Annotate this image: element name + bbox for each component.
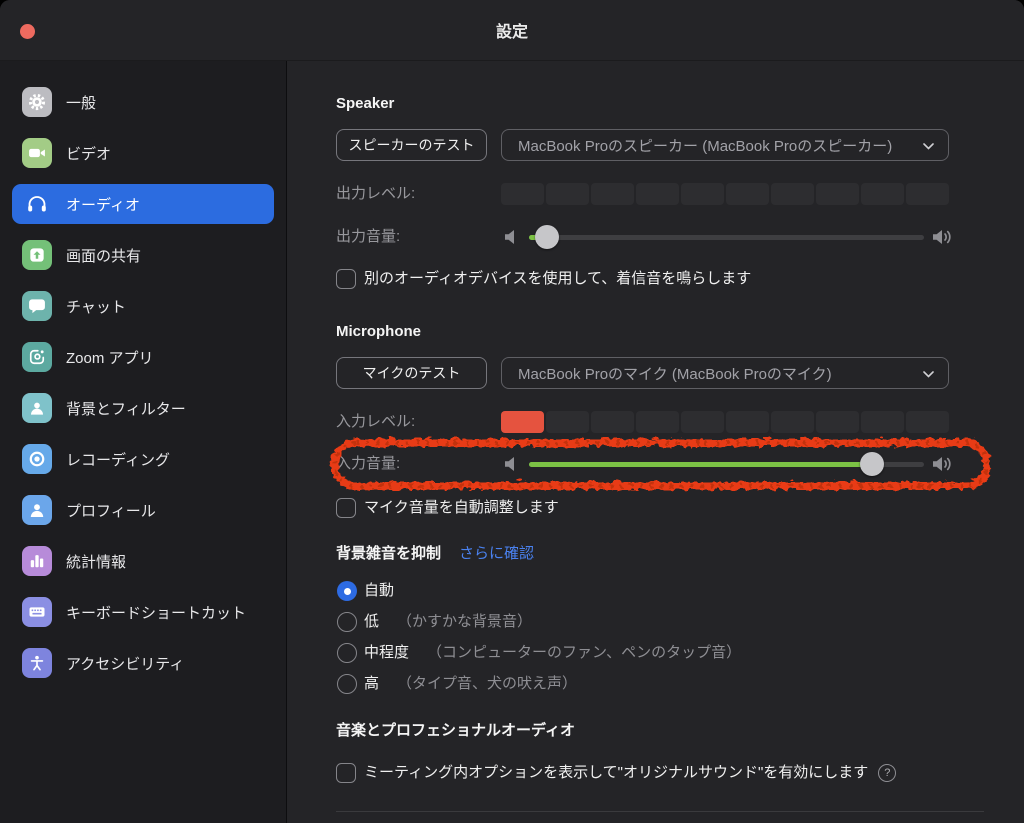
input-level-meter bbox=[501, 411, 949, 433]
sidebar-item-screen-share[interactable]: 画面の共有 bbox=[12, 235, 274, 275]
sidebar-item-keyboard-shortcuts[interactable]: キーボードショートカット bbox=[12, 592, 274, 632]
output-level-label: 出力レベル: bbox=[336, 184, 415, 204]
help-icon[interactable]: ? bbox=[878, 764, 896, 782]
sidebar-item-recording[interactable]: レコーディング bbox=[12, 439, 274, 479]
learn-more-link[interactable]: さらに確認 bbox=[459, 544, 534, 564]
input-volume-fill bbox=[529, 462, 872, 467]
sidebar-item-video[interactable]: ビデオ bbox=[12, 133, 274, 173]
stats-bars-icon bbox=[22, 546, 52, 576]
video-camera-icon bbox=[22, 138, 52, 168]
sidebar-item-audio[interactable]: オーディオ bbox=[12, 184, 274, 224]
profile-icon bbox=[22, 495, 52, 525]
noise-low-radio[interactable] bbox=[337, 612, 357, 632]
noise-medium-radio[interactable] bbox=[337, 643, 357, 663]
chevron-down-icon bbox=[923, 365, 934, 382]
sidebar-item-label: 一般 bbox=[66, 92, 96, 113]
noise-auto-radio[interactable] bbox=[337, 581, 357, 601]
input-level-label: 入力レベル: bbox=[336, 412, 415, 432]
sidebar-item-general[interactable]: 一般 bbox=[12, 82, 274, 122]
sidebar-item-label: レコーディング bbox=[66, 449, 170, 470]
sidebar-item-label: オーディオ bbox=[66, 194, 140, 215]
sidebar-item-background-filters[interactable]: 背景とフィルター bbox=[12, 388, 274, 428]
chevron-down-icon bbox=[923, 137, 934, 154]
sidebar-item-label: 画面の共有 bbox=[66, 245, 141, 266]
sidebar-item-zoom-apps[interactable]: Zoom アプリ bbox=[12, 337, 274, 377]
original-sound-checkbox[interactable] bbox=[336, 763, 356, 783]
chat-bubble-icon bbox=[22, 291, 52, 321]
input-volume-slider[interactable] bbox=[529, 452, 924, 476]
sidebar-item-label: Zoom アプリ bbox=[66, 347, 154, 368]
sidebar-item-label: プロフィール bbox=[66, 500, 156, 521]
sidebar-item-accessibility[interactable]: アクセシビリティ bbox=[12, 643, 274, 683]
noise-high-radio[interactable] bbox=[337, 674, 357, 694]
ringtone-other-device-checkbox[interactable] bbox=[336, 269, 356, 289]
record-icon bbox=[22, 444, 52, 474]
sidebar-item-label: 背景とフィルター bbox=[66, 398, 186, 419]
speaker-device-dropdown[interactable]: MacBook Proのスピーカー (MacBook Proのスピーカー) bbox=[501, 129, 949, 161]
audio-settings-panel: Speaker スピーカーのテスト MacBook Proのスピーカー (Mac… bbox=[287, 61, 1024, 823]
microphone-section-title: Microphone bbox=[336, 322, 421, 342]
output-volume-slider[interactable] bbox=[529, 225, 924, 249]
sidebar-item-label: アクセシビリティ bbox=[66, 653, 184, 674]
input-volume-thumb[interactable] bbox=[860, 452, 884, 476]
noise-suppression-title: 背景雑音を抑制 bbox=[336, 544, 441, 564]
mic-device-dropdown[interactable]: MacBook Proのマイク (MacBook Proのマイク) bbox=[501, 357, 949, 389]
apps-icon bbox=[22, 342, 52, 372]
screen-share-icon bbox=[22, 240, 52, 270]
title-bar: 設定 bbox=[0, 0, 1024, 61]
background-filter-icon bbox=[22, 393, 52, 423]
speaker-device-value: MacBook Proのスピーカー (MacBook Proのスピーカー) bbox=[518, 135, 923, 156]
volume-low-icon bbox=[504, 229, 518, 250]
settings-window: 設定 一般 ビデオ オーディオ bbox=[0, 0, 1024, 823]
sidebar-item-label: チャット bbox=[66, 296, 126, 317]
test-mic-button[interactable]: マイクのテスト bbox=[336, 357, 487, 389]
auto-adjust-mic-checkbox[interactable] bbox=[336, 498, 356, 518]
output-volume-thumb[interactable] bbox=[535, 225, 559, 249]
close-window-button[interactable] bbox=[20, 24, 35, 39]
sidebar-item-profile[interactable]: プロフィール bbox=[12, 490, 274, 530]
sidebar-item-chat[interactable]: チャット bbox=[12, 286, 274, 326]
noise-high-label[interactable]: 高 （タイプ音、犬の吠え声） bbox=[364, 674, 577, 694]
noise-low-label[interactable]: 低 （かすかな背景音） bbox=[364, 612, 532, 632]
accessibility-icon bbox=[22, 648, 52, 678]
headphones-icon bbox=[22, 189, 52, 219]
settings-sidebar: 一般 ビデオ オーディオ 画面の共有 bbox=[0, 61, 287, 823]
noise-auto-label[interactable]: 自動 bbox=[364, 581, 394, 601]
volume-low-icon bbox=[504, 456, 518, 477]
original-sound-label: ミーティング内オプションを表示して"オリジナルサウンド"を有効にします bbox=[364, 763, 868, 783]
sidebar-item-statistics[interactable]: 統計情報 bbox=[12, 541, 274, 581]
sidebar-item-label: 統計情報 bbox=[66, 551, 126, 572]
sidebar-item-label: ビデオ bbox=[66, 143, 111, 164]
sidebar-item-label: キーボードショートカット bbox=[66, 602, 246, 623]
output-volume-label: 出力音量: bbox=[336, 227, 400, 247]
gear-icon bbox=[22, 87, 52, 117]
mic-device-value: MacBook Proのマイク (MacBook Proのマイク) bbox=[518, 363, 923, 384]
section-divider bbox=[336, 811, 984, 812]
output-level-meter bbox=[501, 183, 949, 205]
window-title: 設定 bbox=[496, 18, 528, 42]
auto-adjust-mic-label: マイク音量を自動調整します bbox=[364, 498, 559, 518]
test-speaker-button[interactable]: スピーカーのテスト bbox=[336, 129, 487, 161]
ringtone-other-device-label: 別のオーディオデバイスを使用して、着信音を鳴らします bbox=[364, 269, 751, 289]
volume-high-icon bbox=[932, 456, 953, 477]
music-audio-title: 音楽とプロフェショナルオーディオ bbox=[336, 721, 575, 741]
keyboard-icon bbox=[22, 597, 52, 627]
speaker-section-title: Speaker bbox=[336, 94, 394, 114]
input-volume-label: 入力音量: bbox=[336, 454, 400, 474]
volume-high-icon bbox=[932, 229, 953, 250]
noise-medium-label[interactable]: 中程度 （コンピューターのファン、ペンのタップ音） bbox=[364, 643, 741, 663]
